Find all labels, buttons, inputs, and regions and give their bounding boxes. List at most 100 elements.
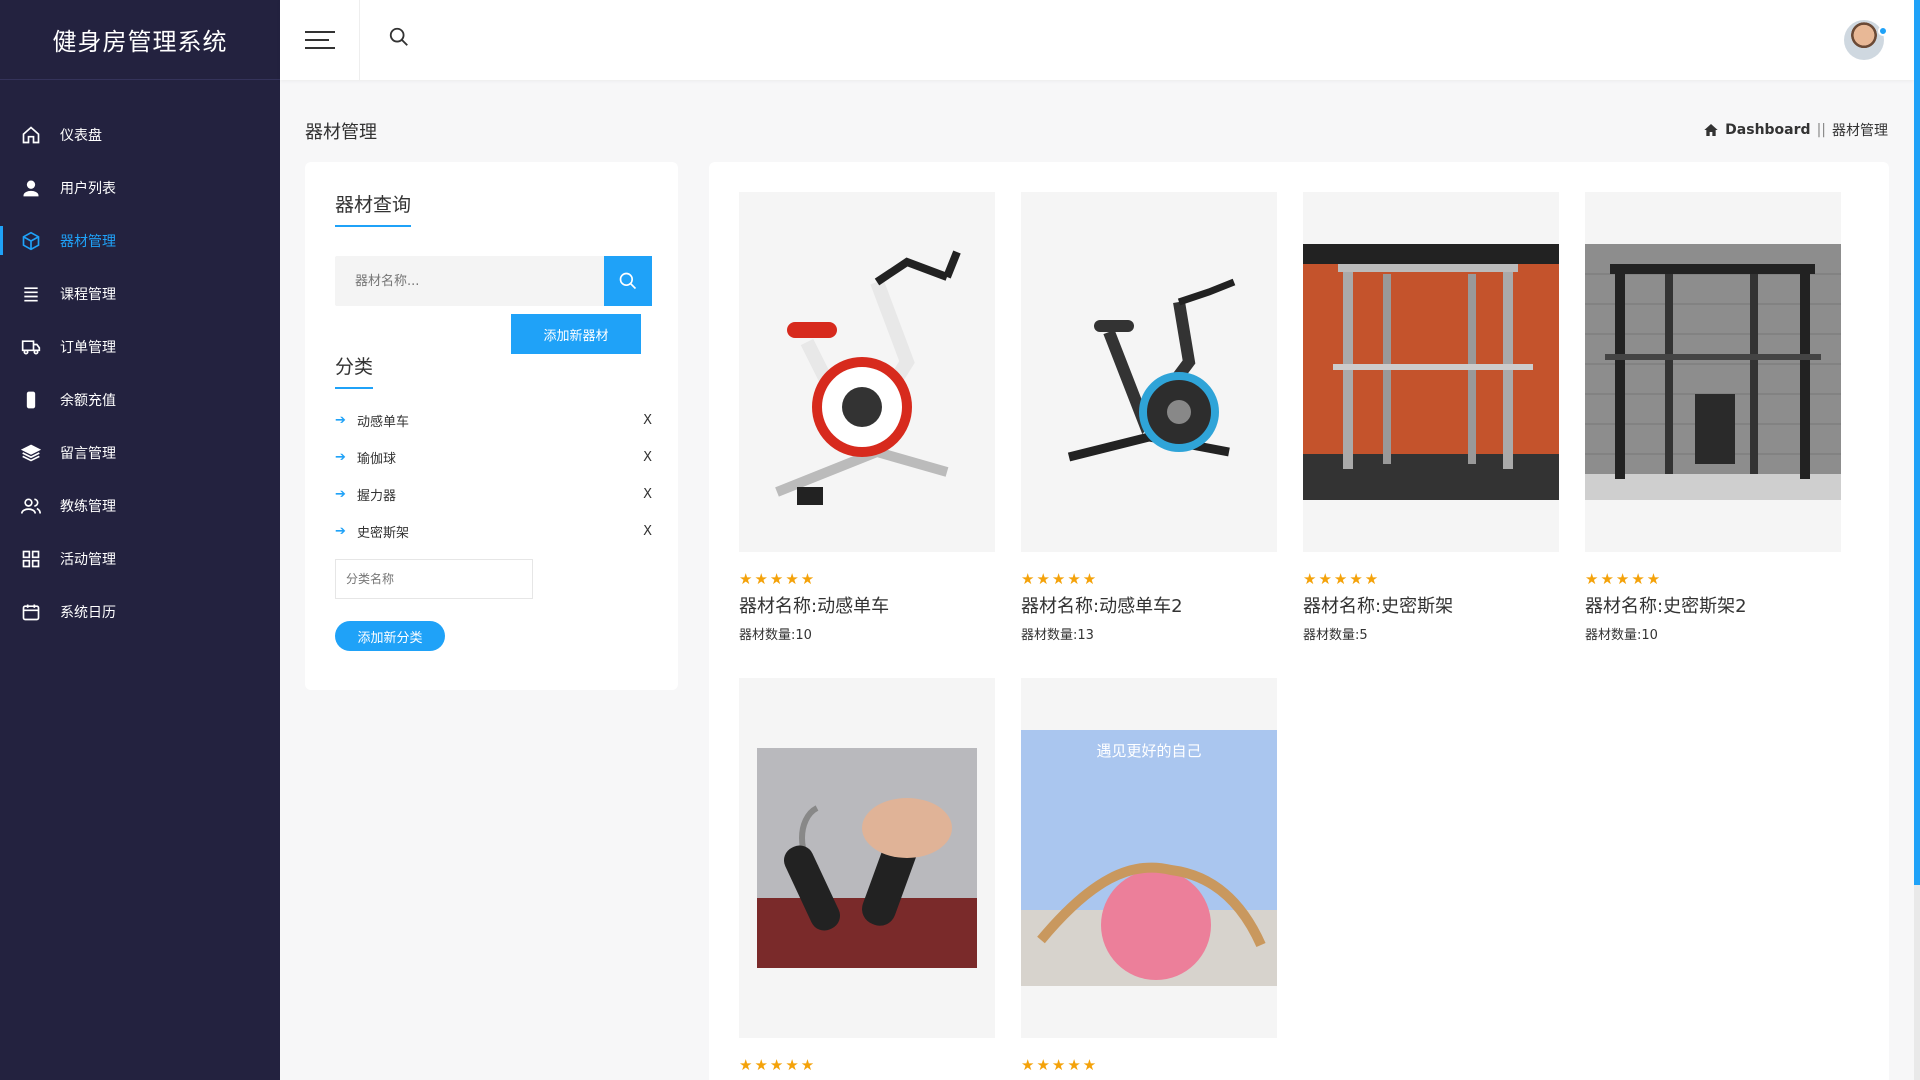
home-icon [1704,124,1718,136]
rating-stars: ★★★★★ [739,570,817,588]
smith-rack-image[interactable] [1585,192,1841,552]
yoga-ball-illustration: 遇见更好的自己 [1021,730,1277,986]
search-icon[interactable] [388,26,416,54]
category-name-input[interactable] [335,559,533,599]
home-icon [20,124,42,146]
yoga-ball-image[interactable]: 遇见更好的自己 [1021,678,1277,1038]
grid-icon [20,548,42,570]
category-name[interactable]: 瑜伽球 [357,448,632,467]
equipment-card: ★★★★★ 器材名称:史密斯架2 器材数量:10 [1585,192,1841,643]
equipment-quantity: 器材数量:13 [1021,628,1094,643]
query-panel: 器材查询 添加新器材 分类 ➔ 动感单车 X ➔ 瑜伽球 X ➔ 握力器 X ➔… [305,162,678,690]
equipment-search-input[interactable] [335,256,602,306]
list-icon [20,283,42,305]
sidebar-item-label: 留言管理 [60,445,116,462]
rating-stars: ★★★★★ [739,1056,817,1074]
category-name[interactable]: 史密斯架 [357,522,632,541]
sidebar-item-label: 订单管理 [60,339,116,356]
sidebar-item-label: 器材管理 [60,233,116,250]
sidebar: 健身房管理系统 仪表盘 用户列表 器材管理 课程管理 订单管理 余额充值 留言管… [0,0,280,1080]
truck-icon [20,336,42,358]
breadcrumb: Dashboard || 器材管理 [1703,120,1888,140]
sidebar-item-users[interactable]: 用户列表 [0,161,280,214]
add-equipment-button[interactable]: 添加新器材 [511,314,641,354]
equipment-quantity: 器材数量:5 [1303,628,1368,643]
delete-category-button[interactable]: X [632,524,652,539]
smith-rack-image[interactable] [1303,192,1559,552]
user-icon [20,177,42,199]
search-submit-button[interactable] [604,256,652,306]
rating-stars: ★★★★★ [1303,570,1381,588]
app-title: 健身房管理系统 [0,0,280,80]
sidebar-item-orders[interactable]: 订单管理 [0,320,280,373]
equipment-name: 器材名称:动感单车2 [1021,596,1183,617]
sidebar-item-label: 余额充值 [60,392,116,409]
delete-category-button[interactable]: X [632,413,652,428]
sidebar-item-dashboard[interactable]: 仪表盘 [0,108,280,161]
sidebar-item-calendar[interactable]: 系统日历 [0,585,280,638]
delete-category-button[interactable]: X [632,487,652,502]
breadcrumb-current: 器材管理 [1832,123,1888,139]
spin-bike-illustration [775,250,961,505]
image-caption: 遇见更好的自己 [1096,742,1201,760]
category-name[interactable]: 握力器 [357,485,632,504]
spin-bike-image[interactable] [739,192,995,552]
query-title: 器材查询 [335,190,412,227]
sidebar-item-label: 教练管理 [60,498,116,515]
top-header [280,0,1914,80]
sidebar-item-label: 仪表盘 [60,127,102,144]
sidebar-item-equipment[interactable]: 器材管理 [0,214,280,267]
breadcrumb-separator: || [1816,122,1826,138]
equipment-card: ★★★★★ 器材名称:史密斯架 器材数量:5 [1303,192,1559,643]
equipment-card: ★★★★★ [739,678,995,1080]
phone-icon [20,389,42,411]
spin-bike-image[interactable] [1021,192,1277,552]
sidebar-item-recharge[interactable]: 余额充值 [0,373,280,426]
sidebar-item-coaches[interactable]: 教练管理 [0,479,280,532]
arrow-right-icon: ➔ [335,413,346,428]
page-title: 器材管理 [305,122,377,143]
box-icon [20,230,42,252]
arrow-right-icon: ➔ [335,524,346,539]
arrow-right-icon: ➔ [335,487,346,502]
sidebar-item-courses[interactable]: 课程管理 [0,267,280,320]
list-item: ➔ 动感单车 X [335,402,652,439]
avatar[interactable] [1844,20,1888,60]
rating-stars: ★★★★★ [1021,1056,1099,1074]
hamburger-icon[interactable] [280,0,360,80]
page-scrollbar[interactable] [1914,0,1920,1080]
sidebar-item-activities[interactable]: 活动管理 [0,532,280,585]
sidebar-item-label: 课程管理 [60,286,116,303]
sidebar-item-messages[interactable]: 留言管理 [0,426,280,479]
equipment-name: 器材名称:史密斯架2 [1585,596,1747,617]
list-item: ➔ 瑜伽球 X [335,439,652,476]
sidebar-item-label: 活动管理 [60,551,116,568]
scrollbar-thumb[interactable] [1914,0,1920,885]
delete-category-button[interactable]: X [632,450,652,465]
arrow-right-icon: ➔ [335,450,346,465]
search-icon [619,272,637,290]
hand-grip-illustration [757,748,977,968]
list-item: ➔ 史密斯架 X [335,513,652,550]
smith-rack-illustration [1303,244,1559,500]
hand-grip-image[interactable] [739,678,995,1038]
search-box [335,256,652,306]
rating-stars: ★★★★★ [1021,570,1099,588]
layers-icon [20,442,42,464]
equipment-name: 器材名称:动感单车 [739,596,890,617]
list-item: ➔ 握力器 X [335,476,652,513]
sidebar-item-label: 系统日历 [60,604,116,621]
equipment-card: 遇见更好的自己 ★★★★★ [1021,678,1277,1080]
sidebar-item-label: 用户列表 [60,180,116,197]
breadcrumb-home[interactable]: Dashboard [1725,122,1810,138]
category-title: 分类 [335,352,374,389]
equipment-card: ★★★★★ 器材名称:动感单车2 器材数量:13 [1021,192,1277,643]
category-name[interactable]: 动感单车 [357,411,632,430]
equipment-card: ★★★★★ 器材名称:动感单车 器材数量:10 [739,192,995,643]
online-status-dot [1878,26,1888,36]
calendar-icon [20,601,42,623]
users-icon [20,495,42,517]
equipment-name: 器材名称:史密斯架 [1303,596,1454,617]
add-category-button[interactable]: 添加新分类 [335,621,445,651]
category-list: ➔ 动感单车 X ➔ 瑜伽球 X ➔ 握力器 X ➔ 史密斯架 X [335,402,652,550]
